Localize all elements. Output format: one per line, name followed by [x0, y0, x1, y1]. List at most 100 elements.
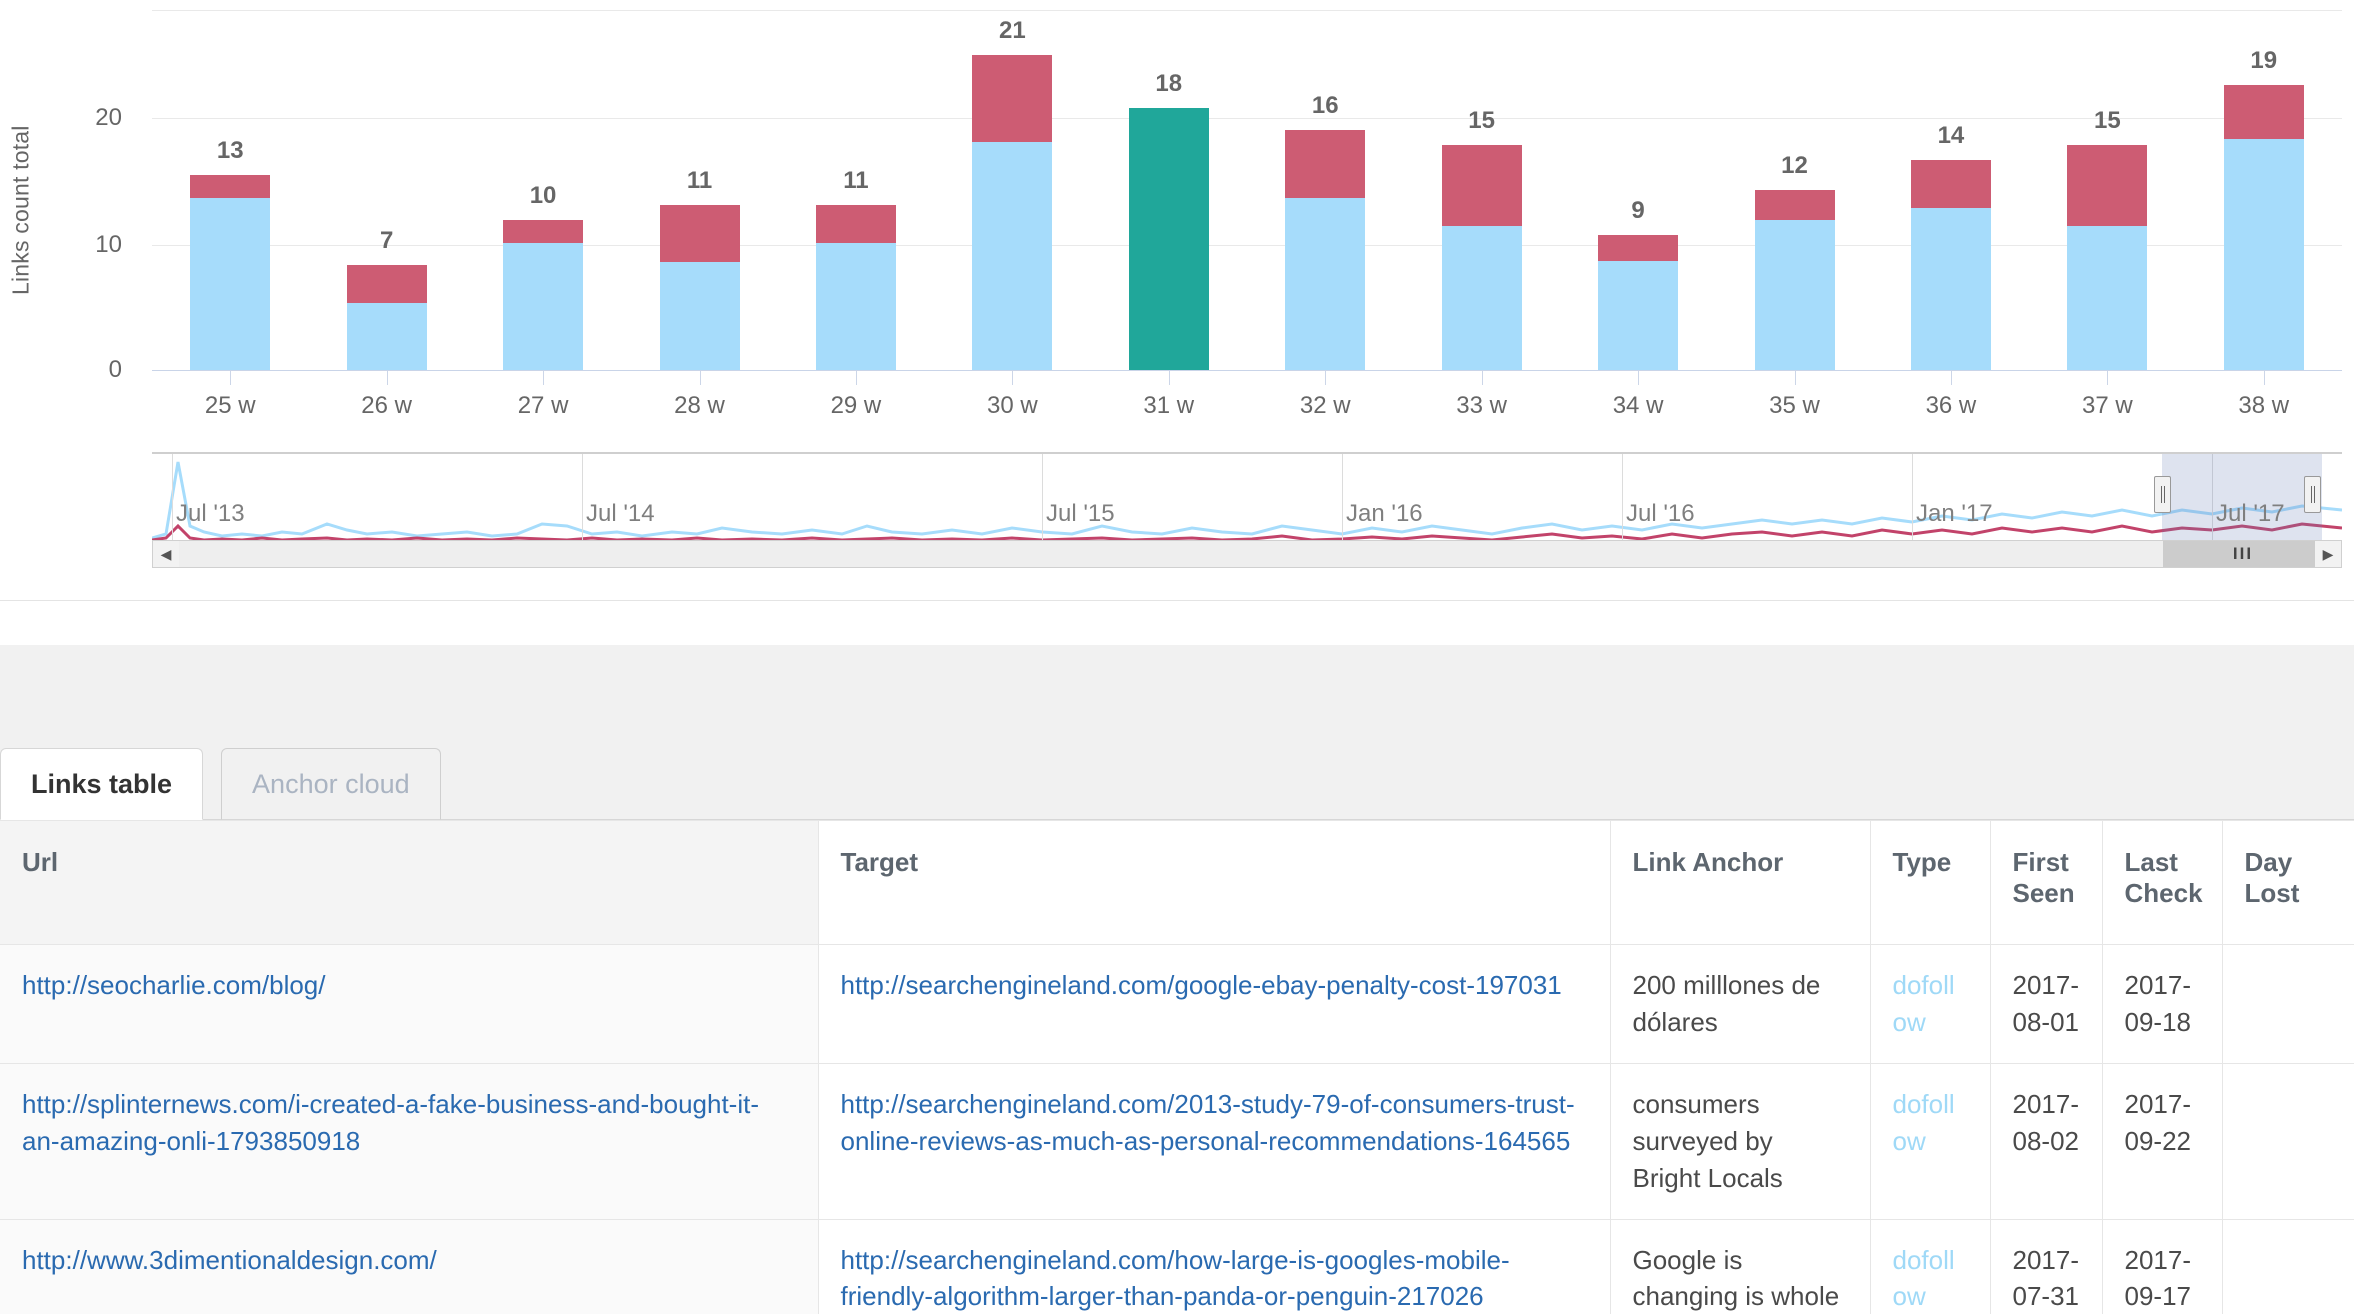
chart-plot-area: 13 7 10 11 11 21 18 16 15 9 12 14 15 19: [152, 0, 2342, 380]
navigator-scrollbar[interactable]: ◀ III ▶: [152, 540, 2342, 568]
navigator-handle-right[interactable]: [2304, 476, 2321, 513]
column-header-link-anchor[interactable]: Link Anchor: [1610, 820, 1871, 945]
bar-31-w[interactable]: [1128, 107, 1209, 370]
x-tick-mark: [1168, 371, 1170, 385]
bar-value-label: 15: [1468, 107, 1495, 134]
column-header-first-seen[interactable]: First Seen: [1990, 820, 2103, 945]
navigator-gridline-6: [1912, 454, 1913, 540]
bar-value-label: 7: [379, 227, 394, 254]
x-tick-label-28-w: 28 w: [674, 392, 725, 419]
x-tick-mark: [1481, 371, 1483, 385]
x-tick-mark: [386, 371, 388, 385]
target-url-link[interactable]: http://searchengineland.com/google-ebay-…: [841, 970, 1562, 1000]
bar-27-w[interactable]: [503, 220, 584, 370]
bar-segment-lost: [503, 220, 584, 243]
source-url-link[interactable]: http://seocharlie.com/blog/: [22, 970, 326, 1000]
navigator-track[interactable]: Jul '13 Jul '14 Jul '15 Jan '16 Jul '16 …: [152, 452, 2342, 540]
table-row[interactable]: http://www.3dimentionaldesign.com/http:/…: [0, 1218, 2354, 1314]
source-url-link[interactable]: http://www.3dimentionaldesign.com/: [22, 1245, 437, 1275]
toolbar-band: [0, 645, 2354, 735]
target-url-link[interactable]: http://searchengineland.com/how-large-is…: [841, 1245, 1510, 1312]
link-anchor-text: Google is changing is whole search algor…: [1632, 1244, 1840, 1312]
bar-value-label: 19: [2250, 47, 2278, 74]
bar-segment-new: [503, 242, 584, 370]
scrollbar-thumb[interactable]: III: [2163, 541, 2323, 567]
cell-day-lost: [2222, 1218, 2354, 1314]
link-anchor-text: 200 milllones de dólares: [1632, 970, 1821, 1037]
bar-value-label: 11: [843, 167, 869, 194]
bar-segment-new: [1285, 197, 1366, 370]
bar-value-label: 21: [998, 17, 1026, 44]
cell-link-anchor: consumers surveyed by Bright Locals: [1610, 1062, 1871, 1220]
bar-25-w[interactable]: [190, 175, 271, 370]
bar-33-w[interactable]: [1441, 145, 1522, 370]
x-tick-label-34-w: 34 w: [1612, 392, 1664, 419]
chart-navigator[interactable]: Jul '13 Jul '14 Jul '15 Jan '16 Jul '16 …: [152, 452, 2342, 568]
bar-segment-new: [1910, 208, 1991, 370]
cell-first-seen: 2017-08-01: [1990, 944, 2103, 1064]
y-tick-0: 0: [108, 356, 122, 383]
x-tick-mark: [1012, 371, 1014, 385]
bar-35-w[interactable]: [1754, 190, 1835, 370]
column-header-last-check[interactable]: Last Check: [2102, 820, 2223, 945]
navigator-date-6: Jul '17: [2216, 500, 2285, 527]
navigator-gridline-5: [1622, 454, 1623, 540]
x-tick-mark: [543, 371, 545, 385]
tab-anchor-cloud[interactable]: Anchor cloud: [221, 748, 441, 820]
x-tick-mark: [230, 371, 232, 385]
cell-last-check: 2017-09-18: [2102, 944, 2223, 1064]
navigator-date-2: Jul '15: [1046, 500, 1115, 527]
bar-28-w[interactable]: [659, 205, 740, 370]
table-row[interactable]: http://splinternews.com/i-created-a-fake…: [0, 1062, 2354, 1220]
column-header-target[interactable]: Target: [818, 820, 1611, 945]
navigator-handle-left[interactable]: [2154, 476, 2171, 513]
links-table: Url Target Link Anchor Type First Seen L…: [0, 820, 2354, 1314]
bar-30-w[interactable]: [972, 55, 1053, 370]
cell-day-lost: [2222, 944, 2354, 1064]
link-type-badge: dofollow: [1892, 1244, 1955, 1312]
bar-value-label: 15: [2093, 107, 2121, 134]
last-check-date: 2017-09-17: [2124, 1244, 2192, 1312]
links-table-container[interactable]: Url Target Link Anchor Type First Seen L…: [0, 820, 2354, 1314]
handle-grip-line: [2163, 486, 2165, 503]
bar-34-w[interactable]: [1598, 235, 1679, 370]
scroll-right-button[interactable]: ▶: [2315, 541, 2341, 567]
bar-value-label: 18: [1155, 69, 1183, 97]
x-tick-label-36-w: 36 w: [1925, 392, 1977, 419]
x-tick-label-38-w: 38 w: [2238, 392, 2290, 419]
column-header-day-lost[interactable]: Day Lost: [2222, 820, 2354, 945]
source-url-link[interactable]: http://splinternews.com/i-created-a-fake…: [22, 1089, 759, 1156]
tab-anchor-cloud-label: Anchor cloud: [252, 768, 410, 799]
bar-38-w[interactable]: [2223, 85, 2304, 370]
bar-segment-lost: [2223, 85, 2304, 139]
x-tick-label-26-w: 26 w: [361, 392, 412, 419]
tab-bar: Links table Anchor cloud: [0, 735, 2354, 820]
column-header-type[interactable]: Type: [1870, 820, 1991, 945]
bar-37-w[interactable]: [2067, 145, 2148, 370]
bar-segment-new: [815, 242, 896, 370]
cell-first-seen: 2017-07-31: [1990, 1218, 2103, 1314]
target-url-link[interactable]: http://searchengineland.com/2013-study-7…: [841, 1089, 1575, 1156]
x-tick-label-33-w: 33 w: [1456, 392, 1507, 419]
tab-links-table[interactable]: Links table: [0, 748, 204, 820]
bar-26-w[interactable]: [346, 265, 427, 370]
bar-segment-new: [2223, 139, 2304, 370]
x-tick-mark: [855, 371, 857, 385]
handle-grip-line: [2313, 486, 2315, 503]
link-type-badge: dofollow: [1892, 1088, 1955, 1156]
x-tick-label-27-w: 27 w: [517, 392, 569, 419]
bar-32-w[interactable]: [1285, 130, 1366, 370]
column-header-url[interactable]: Url: [0, 820, 819, 945]
scroll-left-button[interactable]: ◀: [153, 541, 179, 567]
bar-29-w[interactable]: [815, 205, 896, 370]
table-row[interactable]: http://seocharlie.com/blog/http://search…: [0, 944, 2354, 1064]
bar-36-w[interactable]: [1910, 160, 1991, 370]
bar-segment-lost: [1441, 145, 1522, 226]
cell-target: http://searchengineland.com/google-ebay-…: [818, 944, 1611, 1064]
bar-segment-lost: [346, 265, 427, 303]
x-tick-mark: [2263, 371, 2265, 385]
bar-segment-new: [659, 262, 740, 370]
cell-type: dofollow: [1870, 944, 1991, 1064]
cell-day-lost: [2222, 1062, 2354, 1220]
bar-segment-lost: [1754, 190, 1835, 220]
